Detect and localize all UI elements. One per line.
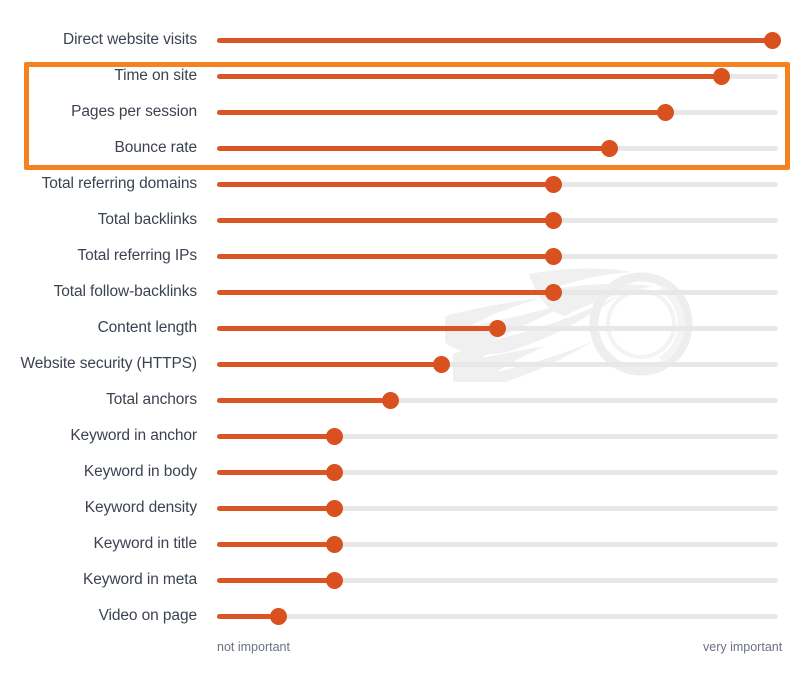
row-label: Total backlinks (97, 211, 197, 228)
row-fill (217, 470, 335, 475)
row-dot (326, 500, 344, 517)
row-dot (489, 320, 506, 337)
chart-row: Keyword in title (0, 526, 805, 562)
row-dot (432, 356, 450, 373)
row-fill (217, 110, 666, 115)
chart-row: Time on site (0, 58, 805, 94)
chart-row: Total referring IPs (0, 238, 805, 274)
row-label: Keyword in body (83, 463, 197, 480)
row-label: Bounce rate (114, 139, 198, 156)
row-label: Video on page (98, 607, 198, 624)
row-label: Keyword in meta (83, 571, 197, 588)
chart-row: Keyword in body (0, 454, 805, 490)
row-fill (217, 578, 335, 583)
row-track (217, 614, 778, 619)
row-fill (217, 290, 554, 295)
row-dot (326, 428, 344, 445)
row-label: Total referring IPs (77, 247, 197, 264)
row-label: Total anchors (106, 391, 197, 408)
row-label: Time on site (114, 67, 197, 84)
chart-row: Pages per session (0, 94, 805, 130)
row-label: Total referring domains (41, 175, 197, 192)
row-dot (326, 464, 344, 481)
lollipop-chart: Direct website visits Time on site Pages… (0, 0, 805, 690)
row-dot (270, 608, 288, 625)
row-fill (217, 254, 554, 259)
row-label: Keyword in anchor (70, 427, 197, 444)
row-dot (382, 392, 400, 409)
row-label: Total follow-backlinks (53, 283, 197, 300)
chart-row: Total follow-backlinks (0, 274, 805, 310)
row-fill (217, 326, 498, 331)
chart-row: Keyword density (0, 490, 805, 526)
axis-label-very-important: very important (703, 640, 783, 654)
row-label: Keyword in title (93, 535, 197, 552)
chart-row: Keyword in anchor (0, 418, 805, 454)
row-dot (657, 104, 675, 121)
row-fill (217, 398, 391, 403)
chart-row: Direct website visits (0, 22, 805, 58)
chart-row: Total anchors (0, 382, 805, 418)
chart-row: Video on page (0, 598, 805, 634)
chart-row: Total backlinks (0, 202, 805, 238)
row-fill (217, 542, 335, 547)
row-fill (217, 74, 722, 79)
chart-row: Total referring domains (0, 166, 805, 202)
row-fill (217, 182, 554, 187)
chart-row: Content length (0, 310, 805, 346)
row-dot (545, 212, 563, 229)
row-fill (217, 362, 442, 367)
row-label: Website security (HTTPS) (20, 355, 198, 372)
row-fill (217, 38, 773, 43)
row-fill (217, 218, 554, 223)
row-dot (763, 32, 781, 49)
row-fill (217, 146, 610, 151)
row-fill (217, 506, 335, 511)
row-dot (326, 572, 344, 589)
row-dot (713, 68, 731, 85)
row-label: Content length (97, 319, 198, 336)
axis-label-not-important: not important (217, 640, 290, 654)
chart-row: Keyword in meta (0, 562, 805, 598)
chart-row: Website security (HTTPS) (0, 346, 805, 382)
row-label: Direct website visits (63, 31, 197, 48)
row-dot (601, 140, 619, 157)
row-label: Pages per session (71, 103, 197, 120)
row-dot (326, 536, 344, 553)
row-label: Keyword density (84, 499, 197, 516)
chart-row: Bounce rate (0, 130, 805, 166)
row-dot (545, 176, 563, 193)
row-dot (545, 248, 563, 265)
row-dot (545, 284, 563, 301)
row-fill (217, 434, 335, 439)
